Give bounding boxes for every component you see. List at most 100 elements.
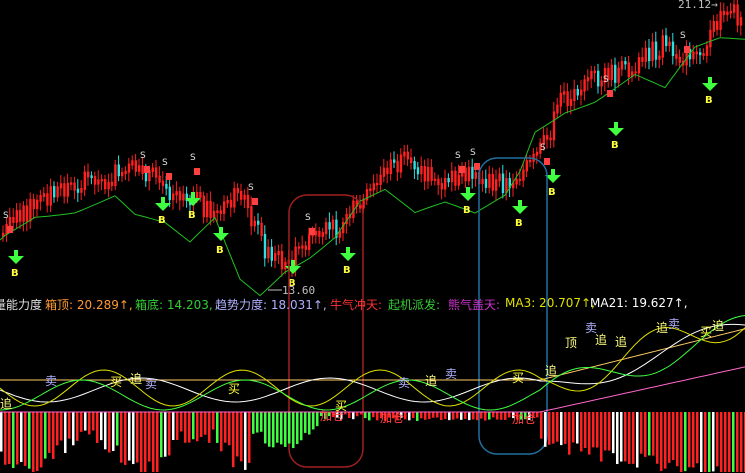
indicator-tag: 追	[130, 371, 142, 386]
histogram-bar	[96, 412, 99, 444]
candle-body	[178, 191, 182, 201]
histogram-bar	[632, 412, 635, 464]
candle-body	[229, 199, 233, 208]
buy-arrow-icon	[340, 247, 356, 261]
legend-trend-strength: 趋势力度: 18.031↑,	[215, 298, 327, 312]
histogram-bar	[672, 412, 675, 460]
candle-body	[437, 178, 440, 186]
histogram-bar	[596, 412, 599, 448]
histogram-bar	[484, 412, 487, 421]
sell-marker-block	[252, 198, 258, 205]
candle-body	[529, 160, 532, 163]
candle-body	[318, 230, 321, 237]
candle-body	[250, 206, 253, 227]
candle-body	[117, 164, 120, 177]
histogram-bar	[660, 412, 663, 471]
histogram-bar	[112, 412, 115, 451]
buy-arrow-icon	[702, 77, 718, 91]
histogram-bar	[460, 412, 463, 420]
histogram-bar	[196, 412, 199, 442]
indicator-tag: 顶	[565, 336, 577, 350]
sell-marker-block	[7, 226, 13, 233]
candle-body	[712, 20, 715, 32]
candle-body	[257, 220, 260, 225]
histogram-bar	[224, 412, 227, 443]
indicator-tag: 买	[512, 371, 524, 385]
candle-body	[410, 157, 413, 164]
candle-body	[263, 234, 267, 259]
histogram-bar	[92, 412, 95, 431]
candle-body	[535, 151, 539, 156]
histogram-bar	[492, 412, 495, 418]
candle-body	[474, 172, 477, 179]
histogram-bar	[636, 412, 639, 468]
candle-body	[56, 186, 59, 198]
buy-arrow-icon	[8, 250, 24, 264]
candle-body	[637, 57, 641, 74]
histogram-bar	[232, 412, 235, 468]
histogram-bar	[472, 412, 475, 420]
sell-marker: S	[3, 211, 9, 221]
candle-body	[559, 92, 562, 107]
candle-body	[59, 183, 63, 189]
candle-body	[280, 251, 284, 270]
candle-body	[151, 167, 154, 173]
indicator-tag: 加仓	[512, 412, 536, 426]
histogram-bar	[40, 412, 43, 468]
indicator-tags: 追卖买追卖买加仓买加仓卖追卖加仓买 追顶卖追 追追 卖买追	[0, 317, 724, 426]
histogram-bar	[272, 412, 275, 448]
histogram-bar	[700, 412, 703, 472]
candle-body	[423, 165, 426, 182]
ma21-line	[0, 323, 745, 403]
candle-body	[236, 188, 239, 193]
candle-body	[549, 137, 552, 141]
buy-marker: B	[705, 95, 713, 106]
candle-body	[372, 183, 375, 191]
candle-body	[321, 232, 324, 237]
candle-body	[705, 45, 709, 56]
candle-body	[15, 210, 18, 223]
histogram-bar	[704, 412, 707, 472]
indicator-tag: 追	[425, 373, 437, 388]
candle-body	[66, 182, 69, 197]
trend-line	[0, 315, 745, 411]
buy-marker: B	[515, 218, 523, 229]
histogram-bar	[652, 412, 655, 456]
histogram-bar	[200, 412, 203, 437]
histogram-bar	[148, 412, 151, 462]
candle-body	[620, 61, 624, 70]
histogram-bar	[684, 412, 687, 472]
candle-body	[515, 178, 518, 185]
histogram-bar	[268, 412, 271, 447]
candle-body	[267, 246, 270, 259]
candle-body	[522, 169, 525, 181]
stock-chart-canvas[interactable]: SSS SSSS S SSSBB BBBBBBBBB 追卖买追卖买加仓买加仓卖追卖加仓买…	[0, 0, 745, 473]
candle-body	[308, 234, 311, 250]
candle-body	[83, 171, 86, 190]
indicator-tag: 追	[545, 363, 557, 378]
candle-body	[134, 160, 137, 172]
candle-body	[158, 175, 161, 183]
histogram-bar	[740, 412, 743, 472]
legend-ma3: MA3: 20.707↑,	[505, 296, 595, 310]
histogram-bar	[500, 412, 503, 420]
histogram-bar	[16, 412, 19, 465]
histogram-bar	[644, 412, 647, 457]
buy-marker: B	[216, 245, 224, 256]
histogram-bar	[32, 412, 35, 472]
histogram-bar	[668, 412, 671, 463]
candle-body	[617, 67, 620, 83]
sell-marker: S	[190, 153, 196, 163]
buy-marker: B	[343, 265, 351, 276]
indicator-tag: 追	[712, 318, 724, 333]
histogram-bar	[0, 412, 3, 452]
indicator-lines	[0, 315, 745, 413]
candle-body	[393, 159, 396, 163]
candle-body	[328, 222, 331, 230]
candle-body	[597, 70, 600, 87]
buy-marker: B	[158, 215, 166, 226]
histogram-bar	[376, 412, 379, 421]
histogram-bar	[368, 412, 371, 421]
histogram-bar	[588, 412, 591, 455]
candle-body	[634, 71, 637, 74]
